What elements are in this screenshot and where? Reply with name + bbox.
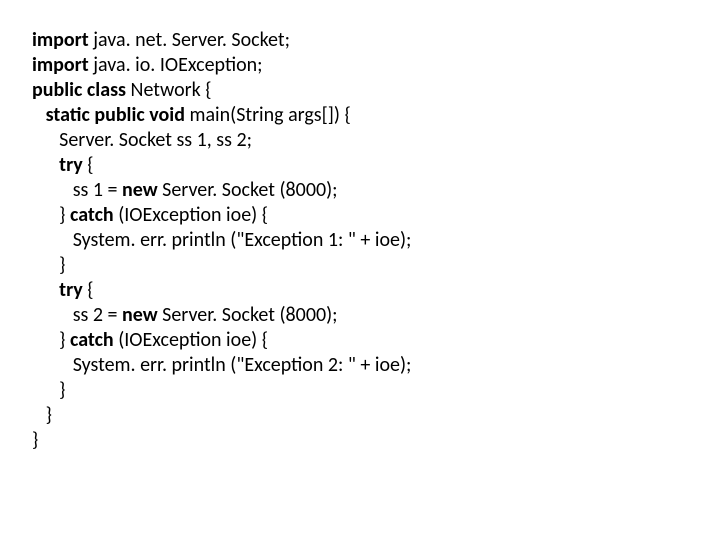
code-text: Network { — [131, 78, 212, 102]
code-block: import java. net. Server. Socket;import … — [0, 0, 720, 453]
code-text: } — [59, 328, 70, 352]
code-line: Server. Socket ss 1, ss 2; — [32, 128, 720, 153]
code-text: { — [87, 153, 93, 177]
code-line: static public void main(String args[]) { — [32, 103, 720, 128]
code-line: ss 2 = new Server. Socket (8000); — [32, 303, 720, 328]
code-line: import java. io. IOException; — [32, 53, 720, 78]
code-text: } — [32, 428, 38, 452]
keyword: catch — [70, 328, 118, 352]
code-text: } — [59, 378, 65, 402]
code-text: (IOException ioe) { — [118, 203, 268, 227]
code-line: try { — [32, 278, 720, 303]
code-text: java. net. Server. Socket; — [93, 28, 290, 52]
code-text: System. err. println ("Exception 2: " + … — [73, 353, 412, 377]
code-text: System. err. println ("Exception 1: " + … — [73, 228, 412, 252]
code-text: Server. Socket (8000); — [162, 303, 337, 327]
code-line: } — [32, 378, 720, 403]
keyword: catch — [70, 203, 118, 227]
code-line: } — [32, 253, 720, 278]
code-text: java. io. IOException; — [93, 53, 262, 77]
code-text: main(String args[]) { — [189, 103, 350, 127]
code-line: System. err. println ("Exception 1: " + … — [32, 228, 720, 253]
code-text: (IOException ioe) { — [118, 328, 268, 352]
code-line: } catch (IOException ioe) { — [32, 203, 720, 228]
keyword: try — [59, 278, 87, 302]
code-text: } — [59, 253, 65, 277]
code-text: Server. Socket ss 1, ss 2; — [59, 128, 252, 152]
code-line: System. err. println ("Exception 2: " + … — [32, 353, 720, 378]
code-line: } — [32, 403, 720, 428]
keyword: try — [59, 153, 87, 177]
keyword: new — [122, 303, 162, 327]
keyword: import — [32, 28, 93, 52]
code-text: ss 1 = — [73, 178, 122, 202]
code-text: { — [87, 278, 93, 302]
keyword: public class — [32, 78, 131, 102]
code-line: ss 1 = new Server. Socket (8000); — [32, 178, 720, 203]
code-text: Server. Socket (8000); — [162, 178, 337, 202]
code-text: } — [59, 203, 70, 227]
code-line: import java. net. Server. Socket; — [32, 28, 720, 53]
code-line: public class Network { — [32, 78, 720, 103]
code-line: } catch (IOException ioe) { — [32, 328, 720, 353]
keyword: import — [32, 53, 93, 77]
code-text: ss 2 = — [73, 303, 122, 327]
code-line: try { — [32, 153, 720, 178]
code-line: } — [32, 428, 720, 453]
keyword: new — [122, 178, 162, 202]
keyword: static public void — [46, 103, 190, 127]
code-text: } — [46, 403, 52, 427]
